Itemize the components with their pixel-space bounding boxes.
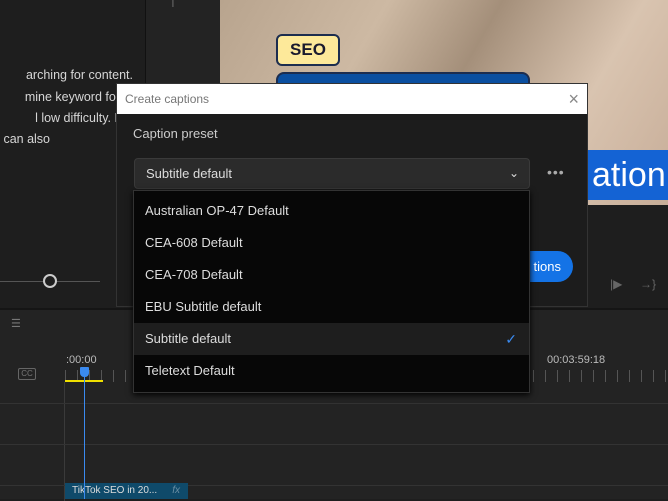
video-caption: ation bbox=[588, 150, 668, 200]
close-icon[interactable]: × bbox=[568, 84, 579, 114]
track-divider bbox=[0, 403, 668, 404]
menu-item-label: Teletext Default bbox=[145, 363, 235, 378]
menu-item-label: EBU Subtitle default bbox=[145, 299, 262, 314]
menu-item-ebu-subtitle[interactable]: EBU Subtitle default bbox=[134, 291, 529, 323]
dialog-title: Create captions bbox=[125, 92, 210, 106]
panel-text-line: arching for content. bbox=[25, 68, 133, 82]
go-to-out-icon[interactable]: →} bbox=[640, 277, 656, 291]
fx-icon: fx bbox=[172, 485, 180, 496]
captions-icon[interactable]: CC bbox=[18, 368, 36, 380]
menu-item-subtitle-default[interactable]: Subtitle default ✓ bbox=[134, 323, 529, 355]
preset-dropdown-menu: Australian OP-47 Default CEA-608 Default… bbox=[133, 190, 530, 393]
dialog-titlebar: Create captions × bbox=[117, 84, 587, 114]
selected-preset: Subtitle default bbox=[146, 166, 233, 181]
chevron-down-icon: ⌄ bbox=[508, 166, 519, 180]
more-options-icon[interactable]: ••• bbox=[547, 164, 565, 180]
checkmark-icon: ✓ bbox=[505, 331, 517, 347]
menu-item-label: Subtitle default bbox=[145, 331, 232, 346]
menu-item-australian-op47[interactable]: Australian OP-47 Default bbox=[134, 195, 529, 227]
menu-item-cea708[interactable]: CEA-708 Default bbox=[134, 259, 529, 291]
monitor-controls: |▶ →} bbox=[588, 205, 668, 305]
panel-text-line: mine keyword for bbox=[24, 90, 120, 104]
zoom-slider-handle[interactable] bbox=[43, 274, 57, 288]
panel-text-line: u can also bbox=[0, 132, 50, 146]
track-divider bbox=[0, 444, 668, 445]
step-forward-icon[interactable]: |▶ bbox=[610, 277, 622, 291]
menu-item-teletext[interactable]: Teletext Default bbox=[134, 355, 529, 387]
menu-item-label: Australian OP-47 Default bbox=[145, 203, 289, 218]
panel-menu-icon[interactable]: ☰ bbox=[11, 317, 21, 330]
menu-item-label: CEA-608 Default bbox=[145, 235, 243, 250]
seo-badge: SEO bbox=[276, 34, 340, 66]
playhead-line[interactable] bbox=[84, 375, 85, 499]
menu-item-cea608[interactable]: CEA-608 Default bbox=[134, 227, 529, 259]
type-tool-icon[interactable]: T bbox=[168, 0, 178, 12]
start-timecode: :00:00 bbox=[66, 354, 97, 366]
caption-preset-label: Caption preset bbox=[133, 126, 218, 141]
end-timecode: 00:03:59:18 bbox=[547, 354, 606, 366]
caption-preset-select[interactable]: Subtitle default ⌄ bbox=[134, 158, 530, 189]
menu-item-label: CEA-708 Default bbox=[145, 267, 243, 282]
